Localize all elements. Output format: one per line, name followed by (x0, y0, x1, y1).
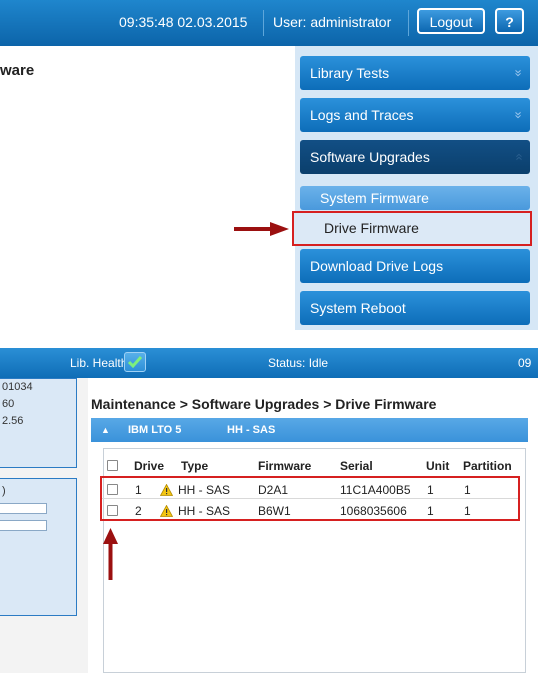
submenu-item-system-firmware[interactable]: System Firmware (300, 186, 530, 210)
status-bar: Lib. Health: Status: Idle 09 (0, 348, 538, 378)
library-name: IBM LTO 5 (128, 424, 182, 436)
logout-button[interactable]: Logout (417, 8, 485, 34)
health-ok-checkmark-icon (124, 352, 146, 372)
info-line: 2.56 (2, 415, 24, 427)
user-text: User: administrator (273, 14, 392, 30)
breadcrumb: Maintenance > Software Upgrades > Drive … (91, 396, 437, 412)
status-text: Status: Idle (268, 356, 329, 370)
username-field[interactable] (0, 503, 47, 514)
double-chevron-down-icon: » (511, 111, 527, 119)
info-line: 60 (2, 398, 15, 410)
library-interface: HH - SAS (227, 424, 276, 436)
column-header-partition[interactable]: Partition (463, 459, 512, 473)
menu-item-library-tests[interactable]: Library Tests » (300, 56, 530, 90)
double-chevron-down-icon: » (511, 69, 527, 77)
page-title: ware (0, 62, 35, 79)
menu-item-label: Software Upgrades (310, 149, 430, 165)
login-box: ) (0, 478, 77, 616)
select-all-checkbox[interactable] (107, 460, 118, 471)
info-line: 01034 (2, 381, 33, 393)
collapse-triangle-icon[interactable]: ▲ (101, 418, 110, 442)
column-header-unit[interactable]: Unit (426, 459, 449, 473)
submenu-item-drive-firmware[interactable]: Drive Firmware (292, 211, 532, 246)
login-label: ) (2, 485, 6, 497)
library-header-bar[interactable]: ▲ IBM LTO 5 HH - SAS (91, 418, 528, 442)
right-arrow-icon (234, 222, 289, 236)
password-field[interactable] (0, 520, 47, 531)
top-header-bar: 09:35:48 02.03.2015 User: administrator … (0, 0, 538, 46)
header-divider (263, 10, 264, 36)
lib-health-label: Lib. Health: (70, 356, 131, 370)
menu-item-logs-and-traces[interactable]: Logs and Traces » (300, 98, 530, 132)
menu-item-download-drive-logs[interactable]: Download Drive Logs (300, 249, 530, 283)
help-button[interactable]: ? (495, 8, 524, 34)
highlight-box (100, 476, 520, 521)
up-arrow-icon (103, 528, 118, 580)
column-header-serial[interactable]: Serial (340, 459, 373, 473)
column-header-firmware[interactable]: Firmware (258, 459, 311, 473)
datetime-text: 09:35:48 02.03.2015 (119, 14, 248, 30)
time-text: 09 (518, 356, 532, 370)
column-header-type[interactable]: Type (181, 459, 208, 473)
menu-item-system-reboot[interactable]: System Reboot (300, 291, 530, 325)
library-info-box: 01034 60 2.56 (0, 378, 77, 468)
menu-item-label: Library Tests (310, 65, 390, 81)
menu-item-software-upgrades[interactable]: Software Upgrades » (300, 140, 530, 174)
header-divider (408, 10, 409, 36)
double-chevron-up-icon: » (510, 153, 526, 161)
column-header-drive[interactable]: Drive (134, 459, 164, 473)
menu-item-label: Logs and Traces (310, 107, 414, 123)
